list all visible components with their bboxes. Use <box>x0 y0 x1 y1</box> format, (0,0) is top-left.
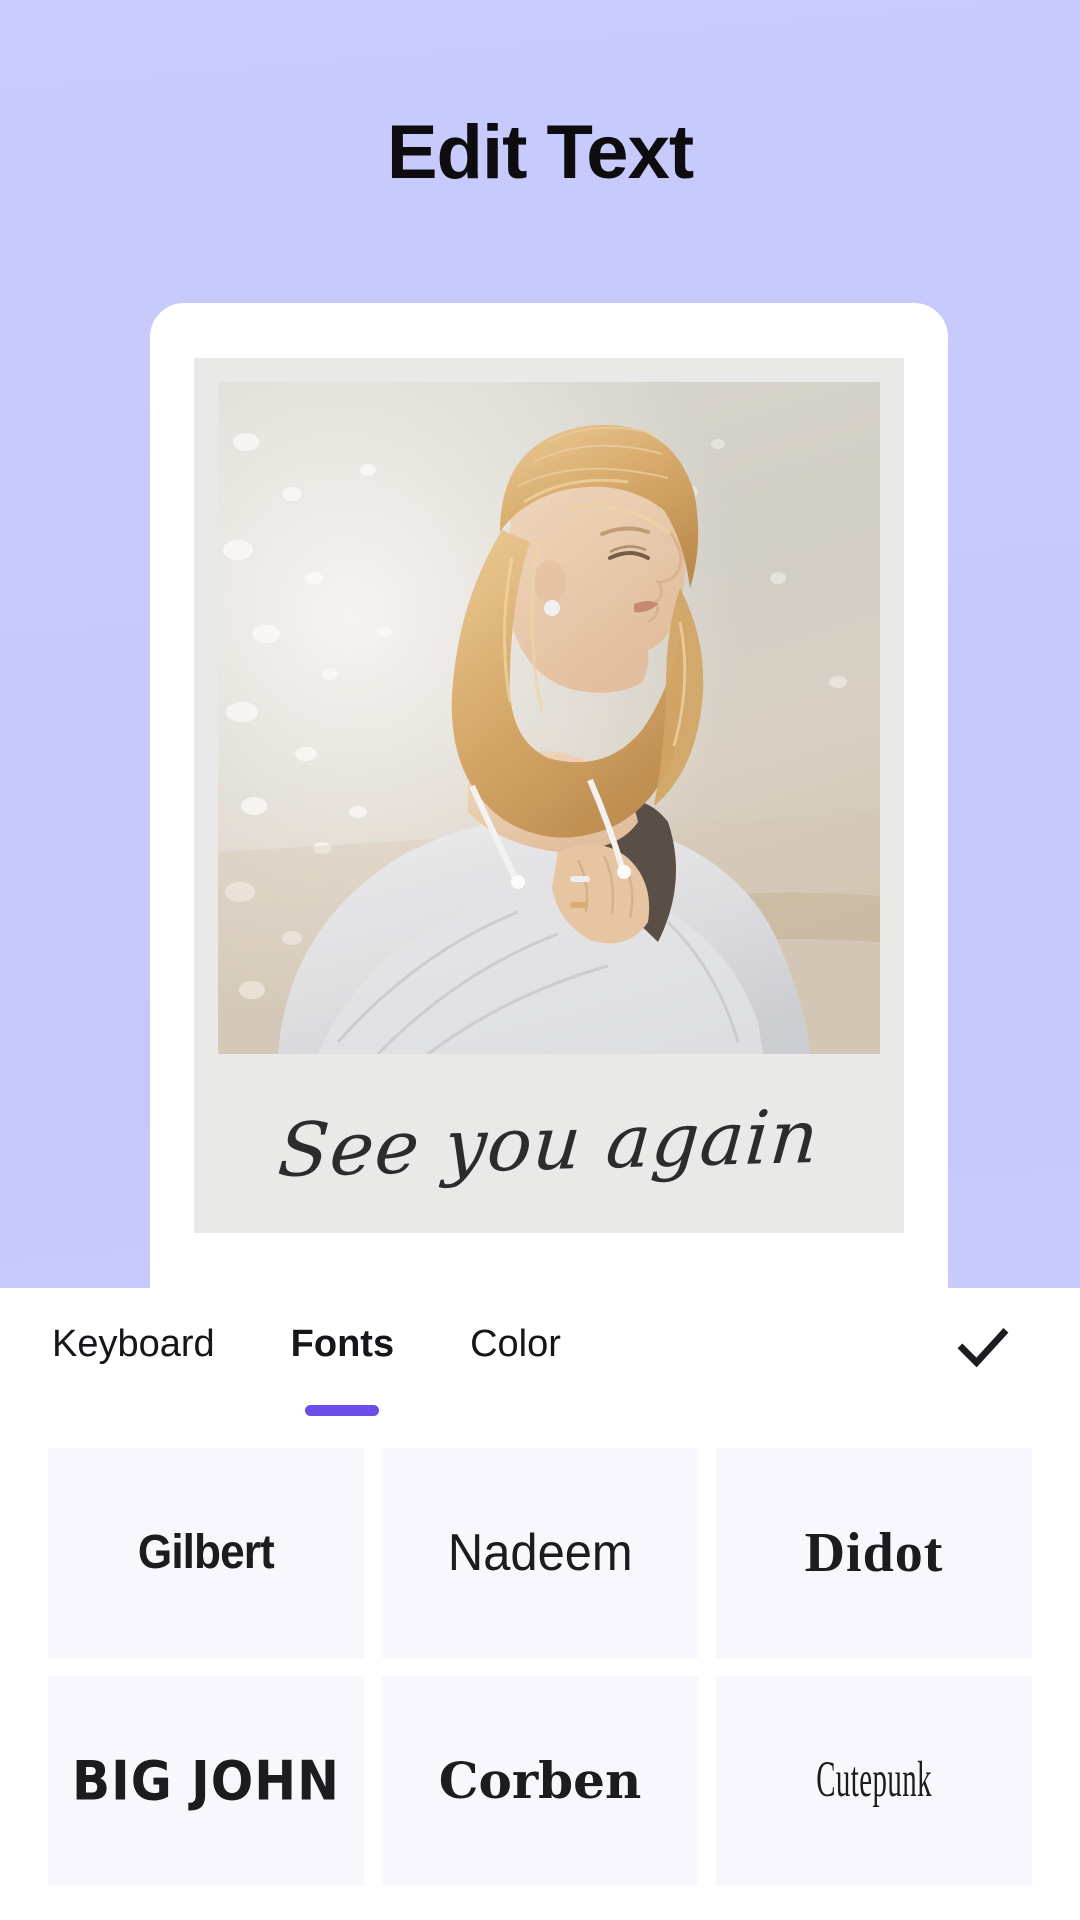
photo-image <box>218 382 880 1054</box>
tab-color[interactable]: Color <box>470 1323 561 1372</box>
font-option-big-john[interactable]: BIG JOHN <box>48 1676 364 1886</box>
polaroid-frame: See you again <box>194 358 904 1233</box>
editor-sheet: Keyboard Fonts Color Gilbert Nadeem Dido… <box>0 1288 1080 1920</box>
font-grid: Gilbert Nadeem Didot BIG JOHN Corben Cut… <box>0 1448 1080 1886</box>
app-screen: Edit Text See you again Keyboard Fonts C… <box>0 0 1080 1920</box>
font-option-didot[interactable]: Didot <box>716 1448 1032 1658</box>
check-icon <box>957 1328 1009 1368</box>
confirm-button[interactable] <box>938 1302 1028 1392</box>
font-sample-label: Nadeem <box>447 1524 633 1582</box>
page-title: Edit Text <box>386 110 694 195</box>
font-option-nadeem[interactable]: Nadeem <box>382 1448 698 1658</box>
tab-fonts[interactable]: Fonts <box>291 1323 394 1372</box>
beach-portrait-illustration <box>218 382 880 1054</box>
font-sample-label: Didot <box>804 1522 944 1584</box>
editor-tabbar: Keyboard Fonts Color <box>0 1288 1080 1406</box>
font-sample-label: Gilbert <box>138 1526 275 1579</box>
tab-keyboard[interactable]: Keyboard <box>52 1323 215 1372</box>
photo-preview-card[interactable]: See you again <box>150 303 948 1303</box>
font-option-corben[interactable]: Corben <box>382 1676 698 1886</box>
font-option-gilbert[interactable]: Gilbert <box>48 1448 364 1658</box>
font-sample-label: BIG JOHN <box>72 1749 340 1813</box>
caption-text: See you again <box>275 1093 823 1194</box>
photo-caption[interactable]: See you again <box>194 1054 904 1233</box>
font-sample-label: Cutepunk <box>816 1752 932 1808</box>
font-option-cutepunk[interactable]: Cutepunk <box>716 1676 1032 1886</box>
font-sample-label: Corben <box>438 1751 642 1810</box>
